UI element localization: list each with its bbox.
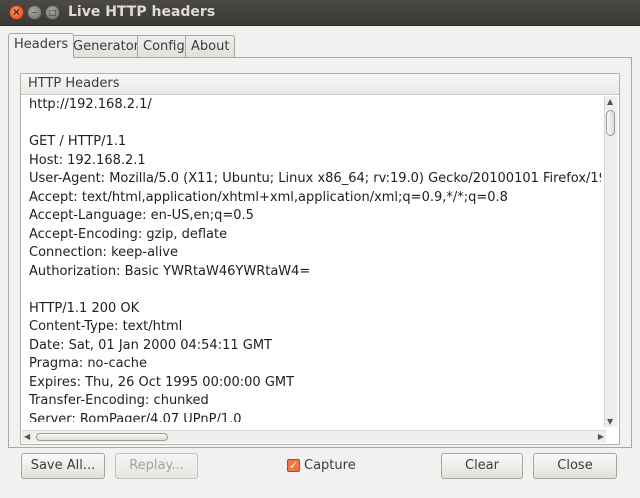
tab-config[interactable]: Config (137, 35, 191, 57)
header-line: Date: Sat, 01 Jan 2000 04:54:11 GMT (29, 337, 272, 353)
http-headers-frame: HTTP Headers http://192.168.2.1/ GET / H… (20, 73, 620, 445)
horizontal-scrollbar[interactable]: ◀ ▶ (22, 430, 606, 443)
header-line: Host: 192.168.2.1 (29, 152, 146, 168)
save-all-button[interactable]: Save All... (21, 453, 105, 479)
close-window-icon[interactable]: × (9, 5, 24, 20)
arrow-down-icon[interactable]: ▼ (607, 417, 613, 426)
capture-checkbox[interactable]: ✓ (287, 459, 300, 472)
clear-button[interactable]: Clear (441, 453, 523, 479)
arrow-right-icon[interactable]: ▶ (598, 432, 604, 441)
capture-label: Capture (304, 458, 356, 473)
arrow-left-icon[interactable]: ◀ (24, 432, 30, 441)
header-line (29, 281, 601, 300)
header-line: Server: RomPager/4.07 UPnP/1.0 (29, 411, 242, 423)
header-line (29, 115, 601, 134)
header-line: User-Agent: Mozilla/5.0 (X11; Ubuntu; Li… (29, 171, 601, 186)
header-line: Pragma: no-cache (29, 356, 147, 371)
vertical-scroll-thumb[interactable] (606, 110, 615, 136)
window-titlebar[interactable]: × – □ Live HTTP headers (0, 0, 640, 26)
vertical-scrollbar[interactable]: ▲ ▼ (604, 96, 617, 427)
window-title: Live HTTP headers (68, 4, 216, 20)
header-line: Connection: keep-alive (29, 245, 178, 260)
tab-generator[interactable]: Generator (67, 35, 146, 57)
header-line: GET / HTTP/1.1 (29, 134, 127, 149)
header-line: Content-Type: text/html (29, 319, 183, 334)
minimize-window-icon[interactable]: – (27, 5, 42, 20)
header-line: Expires: Thu, 26 Oct 1995 00:00:00 GMT (29, 374, 295, 390)
header-line: Accept-Language: en-US,en;q=0.5 (29, 208, 254, 223)
horizontal-scroll-thumb[interactable] (36, 433, 168, 441)
headers-tab-panel: HTTP Headers http://192.168.2.1/ GET / H… (8, 57, 632, 448)
http-headers-label: HTTP Headers (21, 74, 619, 95)
header-line: Authorization: Basic YWRtaW46YWRtaW4= (29, 263, 311, 279)
header-line: Accept-Encoding: gzip, deflate (29, 226, 228, 242)
arrow-up-icon[interactable]: ▲ (607, 97, 613, 106)
close-button[interactable]: Close (533, 453, 617, 479)
header-line: Accept: text/html,application/xhtml+xml,… (29, 189, 508, 205)
header-line: HTTP/1.1 200 OK (29, 300, 140, 316)
header-line: Transfer-Encoding: chunked (29, 393, 209, 408)
header-line: http://192.168.2.1/ (29, 97, 152, 112)
headers-log[interactable]: http://192.168.2.1/ GET / HTTP/1.1 Host:… (29, 96, 601, 422)
maximize-window-icon[interactable]: □ (45, 5, 60, 20)
tab-about[interactable]: About (185, 35, 236, 57)
replay-button[interactable]: Replay... (115, 453, 198, 479)
tab-headers[interactable]: Headers (8, 33, 75, 58)
